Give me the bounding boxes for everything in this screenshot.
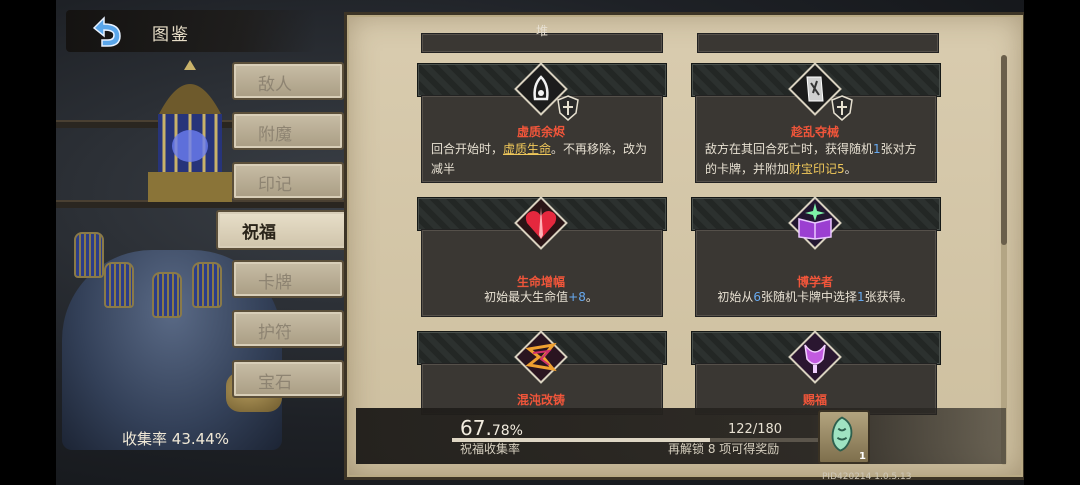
shield-badge-icon [557,95,579,121]
codex-stage: 图鉴 敌人 附魔 印记 祝福 卡牌 护符 宝石 收集率 43.44% 堆 虚质余… [56,0,1024,485]
tab-blessings[interactable]: 祝福 [216,210,348,250]
tab-gems[interactable]: 宝石 [232,360,344,398]
back-arrow-icon[interactable] [86,14,126,50]
desc-text: 。 [585,290,598,304]
hanging-cage-icon [192,262,222,308]
desc-text: 张获得。 [864,290,913,304]
desc-text: 初始最大生命值 [484,290,569,304]
tab-label: 印记 [258,175,292,195]
hanging-cage-icon [152,272,182,318]
desc-number: 1 [857,290,865,304]
chaos-rune-icon [514,330,568,384]
hanging-cage-icon [74,232,104,278]
card-name: 虚质余烬 [516,125,565,139]
hanging-cage-icon [104,262,134,308]
tab-label: 祝福 [242,223,276,243]
tab-label: 护符 [258,323,292,343]
collection-count: 122/180 [728,422,783,437]
tab-label: 附魔 [258,125,292,145]
desc-text: 敌方在其回合死亡时，获得随机 [705,142,874,156]
collection-value: 43.44% [171,430,229,448]
tab-label: 敌人 [258,75,292,95]
desc-text: 。 [844,162,857,176]
card-description: 敌方在其回合死亡时，获得随机1张对方的卡牌，并附加财宝印记5。 [705,139,925,179]
partial-card-text: 堆 [535,24,548,38]
card-name: 赐福 [802,393,827,407]
partial-card: 堆 [421,24,663,53]
heart-icon [514,196,568,250]
card-name: 混沌改铸 [516,393,565,407]
card-name: 趁乱夺械 [790,125,839,139]
partial-card [697,33,939,53]
desc-number: 1 [873,142,881,156]
pct-decimal: 78% [491,423,523,439]
unlock-text: 项可得奖励 [715,442,780,456]
open-book-icon [788,196,842,250]
desc-text: 回合开始时， [431,142,504,156]
tab-enemies[interactable]: 敌人 [232,62,344,100]
shield-badge-icon [831,95,853,121]
desc-text: 张随机卡牌中选择 [760,290,857,304]
reward-quantity: 1 [859,451,866,462]
collection-label: 收集率 [122,430,168,448]
desc-number: 6 [753,290,761,304]
scrollbar-thumb[interactable] [1001,55,1007,245]
total-collection-rate: 收集率 43.44% [122,428,229,449]
desc-keyword: 财宝印记5 [789,162,845,176]
tab-amulets[interactable]: 护符 [232,310,344,348]
jade-relic-icon [831,416,853,452]
card-description: 初始最大生命值+8。 [431,287,651,307]
tab-enchant[interactable]: 附魔 [232,112,344,150]
card-description: 回合开始时，虚质生命。不再移除，改为减半 [431,139,651,179]
desc-number: +8 [568,290,586,304]
card-description: 初始从6张随机卡牌中选择1张获得。 [705,287,925,307]
version-label: PID420214 1.0.5.13 [822,472,912,482]
game-screen: 图鉴 敌人 附魔 印记 祝福 卡牌 护符 宝石 收集率 43.44% 堆 虚质余… [0,0,1080,485]
desc-text: 初始从 [717,290,754,304]
tab-label: 宝石 [258,373,292,393]
pct-integer: 67. [460,416,492,440]
chalice-icon [788,330,842,384]
desc-keyword: 虚质生命 [503,142,552,156]
reward-item-button[interactable]: 1 [818,410,870,464]
collection-percentage: 67.78% [460,416,523,440]
birdcage-head-icon [148,60,232,202]
collection-rate-label: 祝福收集率 [460,442,521,456]
unlock-hint: 再解锁 8 项可得奖励 [668,440,779,457]
page-title: 图鉴 [152,25,190,45]
tab-cards[interactable]: 卡牌 [232,260,344,298]
tab-label: 卡牌 [258,273,292,293]
unlock-text: 再解锁 [668,442,708,456]
tab-marks[interactable]: 印记 [232,162,344,200]
